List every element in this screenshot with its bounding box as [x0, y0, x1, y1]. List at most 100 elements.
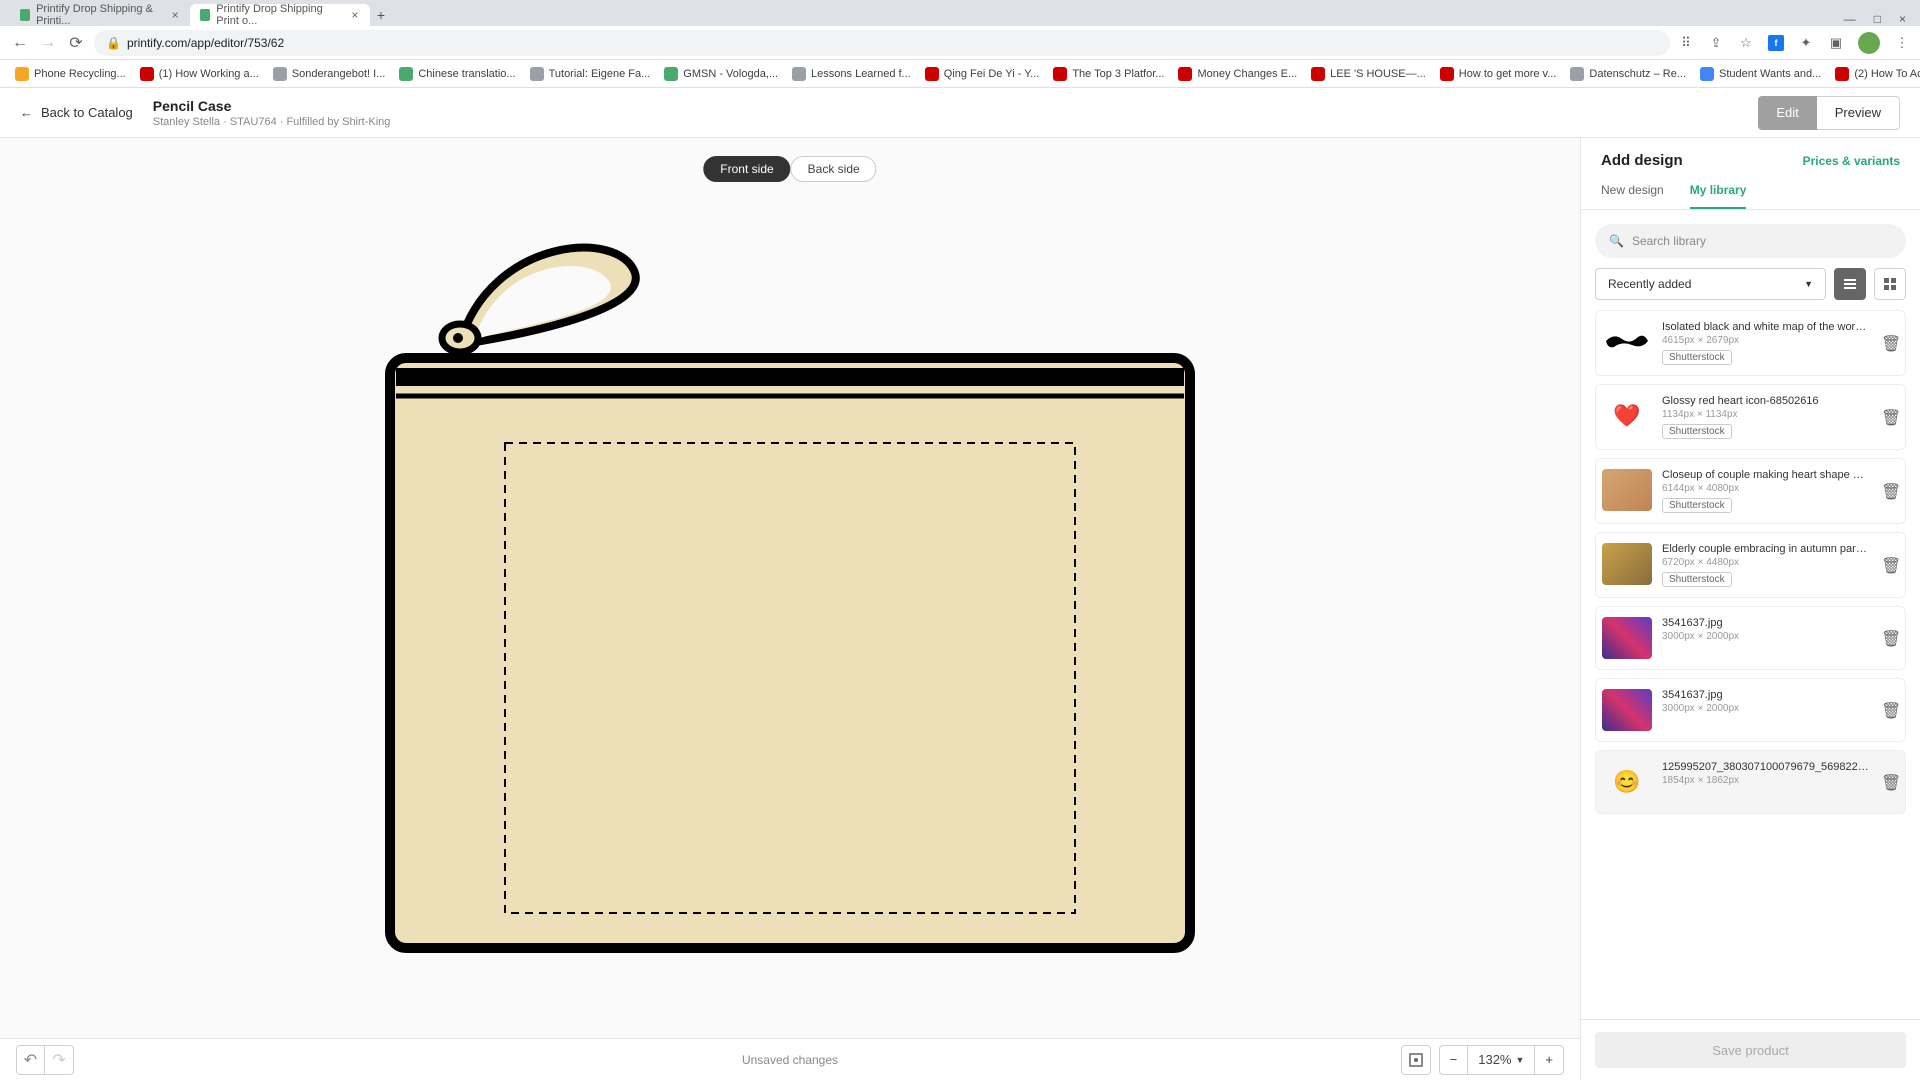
library-item[interactable]: Closeup of couple making heart shape wit…	[1595, 458, 1906, 524]
list-view-button[interactable]	[1834, 268, 1866, 300]
menu-icon[interactable]: ⋮	[1894, 35, 1910, 51]
save-product-button[interactable]: Save product	[1595, 1032, 1906, 1068]
bookmark-favicon-icon	[925, 67, 939, 81]
product-title: Pencil Case	[153, 98, 391, 114]
bookmark-item[interactable]: (1) How Working a...	[135, 67, 264, 81]
chevron-down-icon: ▼	[1515, 1055, 1524, 1065]
sort-dropdown[interactable]: Recently added ▼	[1595, 268, 1826, 300]
bookmark-favicon-icon	[1311, 67, 1325, 81]
nav-back-icon[interactable]: ←	[10, 33, 30, 53]
bookmark-favicon-icon	[1700, 67, 1714, 81]
zoom-dropdown[interactable]: 132% ▼	[1467, 1046, 1535, 1074]
library-item[interactable]: Isolated black and white map of the word…	[1595, 310, 1906, 376]
browser-tab-strip: Printify Drop Shipping & Printi... × Pri…	[0, 0, 1920, 26]
library-search-input[interactable]: 🔍 Search library	[1595, 224, 1906, 258]
library-item-dims: 1134px × 1134px	[1662, 409, 1871, 420]
translate-icon[interactable]: ⠿	[1678, 35, 1694, 51]
preview-button[interactable]: Preview	[1817, 96, 1900, 130]
library-thumbnail: ❤️	[1602, 395, 1652, 437]
bookmark-item[interactable]: Qing Fei De Yi - Y...	[920, 67, 1045, 81]
bookmark-item[interactable]: Datenschutz – Re...	[1565, 67, 1691, 81]
bookmark-favicon-icon	[1835, 67, 1849, 81]
library-thumbnail	[1602, 321, 1652, 363]
tab-title: Printify Drop Shipping & Printi...	[36, 3, 166, 27]
bookmark-favicon-icon	[1053, 67, 1067, 81]
library-item-dims: 4615px × 2679px	[1662, 335, 1871, 346]
minimize-icon[interactable]: —	[1844, 12, 1856, 26]
maximize-icon[interactable]: □	[1874, 12, 1881, 26]
trash-icon[interactable]: 🗑	[1881, 334, 1899, 352]
prices-variants-link[interactable]: Prices & variants	[1803, 154, 1900, 168]
url-field[interactable]: 🔒 printify.com/app/editor/753/62	[94, 30, 1670, 56]
library-item-source: Shutterstock	[1662, 498, 1732, 513]
bookmark-item[interactable]: Sonderangebot! I...	[268, 67, 391, 81]
trash-icon[interactable]: 🗑	[1881, 773, 1899, 791]
trash-icon[interactable]: 🗑	[1881, 482, 1899, 500]
panel-icon[interactable]: ▣	[1828, 35, 1844, 51]
library-item-dims: 6144px × 4080px	[1662, 483, 1871, 494]
product-mockup	[380, 208, 1200, 958]
bookmark-favicon-icon	[792, 67, 806, 81]
browser-tab-active[interactable]: Printify Drop Shipping Print o... ×	[190, 4, 370, 26]
bookmarks-bar: Phone Recycling... (1) How Working a... …	[0, 60, 1920, 88]
bookmark-item[interactable]: How to get more v...	[1435, 67, 1562, 81]
close-icon[interactable]: ×	[351, 10, 360, 20]
library-item[interactable]: Elderly couple embracing in autumn park …	[1595, 532, 1906, 598]
bookmark-item[interactable]: The Top 3 Platfor...	[1048, 67, 1169, 81]
address-bar-row: ← → ⟳ 🔒 printify.com/app/editor/753/62 ⠿…	[0, 26, 1920, 60]
bookmark-item[interactable]: Tutorial: Eigene Fa...	[525, 67, 656, 81]
extensions-icon[interactable]: ✦	[1798, 35, 1814, 51]
recenter-button[interactable]	[1401, 1045, 1431, 1075]
tab-new-design[interactable]: New design	[1601, 183, 1664, 209]
bookmark-favicon-icon	[1570, 67, 1584, 81]
reload-icon[interactable]: ⟳	[66, 33, 86, 53]
bookmark-item[interactable]: Money Changes E...	[1173, 67, 1302, 81]
front-side-tab[interactable]: Front side	[703, 156, 790, 182]
trash-icon[interactable]: 🗑	[1881, 408, 1899, 426]
close-window-icon[interactable]: ×	[1899, 12, 1906, 26]
bookmark-item[interactable]: (2) How To Add A...	[1830, 67, 1920, 81]
library-item[interactable]: 😊 125995207_380307100079679_5698227533..…	[1595, 750, 1906, 814]
zoom-out-button[interactable]: −	[1440, 1046, 1468, 1074]
library-item-dims: 6720px × 4480px	[1662, 557, 1871, 568]
grid-view-button[interactable]	[1874, 268, 1906, 300]
library-item[interactable]: 3541637.jpg 3000px × 2000px 🗑	[1595, 606, 1906, 670]
library-thumbnail	[1602, 689, 1652, 731]
share-icon[interactable]: ⇪	[1708, 35, 1724, 51]
fb-icon[interactable]: f	[1768, 35, 1784, 51]
library-thumbnail	[1602, 543, 1652, 585]
star-icon[interactable]: ☆	[1738, 35, 1754, 51]
new-tab-button[interactable]: +	[370, 4, 392, 26]
library-item[interactable]: ❤️ Glossy red heart icon-68502616 1134px…	[1595, 384, 1906, 450]
bookmark-item[interactable]: GMSN - Vologda,...	[659, 67, 783, 81]
tab-my-library[interactable]: My library	[1690, 183, 1747, 209]
back-to-catalog-link[interactable]: ← Back to Catalog	[20, 105, 133, 120]
library-thumbnail	[1602, 617, 1652, 659]
trash-icon[interactable]: 🗑	[1881, 556, 1899, 574]
zoom-in-button[interactable]: +	[1535, 1046, 1563, 1074]
bookmark-item[interactable]: Phone Recycling...	[10, 67, 131, 81]
edit-button[interactable]: Edit	[1758, 96, 1816, 130]
browser-tab[interactable]: Printify Drop Shipping & Printi... ×	[10, 4, 190, 26]
close-icon[interactable]: ×	[172, 10, 180, 20]
panel-title: Add design	[1601, 152, 1683, 169]
library-thumbnail	[1602, 469, 1652, 511]
trash-icon[interactable]: 🗑	[1881, 629, 1899, 647]
profile-avatar[interactable]	[1858, 32, 1880, 54]
product-info: Pencil Case Stanley Stella · STAU764 · F…	[153, 98, 391, 128]
undo-button[interactable]: ↶	[17, 1046, 45, 1074]
bookmark-item[interactable]: Chinese translatio...	[394, 67, 520, 81]
nav-forward-icon[interactable]: →	[38, 33, 58, 53]
canvas-footer: ↶ ↷ Unsaved changes − 132% ▼ +	[0, 1038, 1580, 1080]
bookmark-item[interactable]: Lessons Learned f...	[787, 67, 916, 81]
back-side-tab[interactable]: Back side	[791, 156, 877, 182]
redo-button[interactable]: ↷	[45, 1046, 73, 1074]
trash-icon[interactable]: 🗑	[1881, 701, 1899, 719]
design-canvas[interactable]: Front side Back side	[0, 138, 1580, 1080]
design-panel: Add design Prices & variants New design …	[1580, 138, 1920, 1080]
bookmark-item[interactable]: Student Wants and...	[1695, 67, 1826, 81]
bookmark-favicon-icon	[140, 67, 154, 81]
library-item[interactable]: 3541637.jpg 3000px × 2000px 🗑	[1595, 678, 1906, 742]
bookmark-item[interactable]: LEE 'S HOUSE—...	[1306, 67, 1431, 81]
library-item-source: Shutterstock	[1662, 572, 1732, 587]
